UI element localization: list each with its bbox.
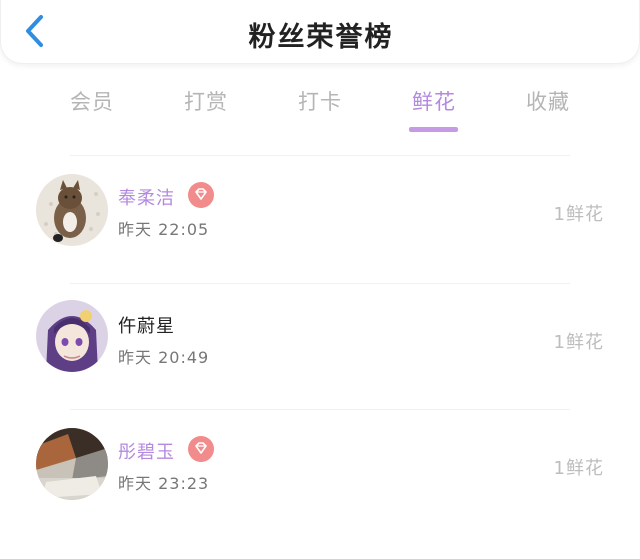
flower-count: 1鲜花: [553, 332, 604, 353]
user-name[interactable]: 彤碧玉: [118, 438, 175, 464]
anime-girl-avatar-icon: [36, 300, 108, 372]
tab-favorites[interactable]: 收藏: [508, 86, 588, 116]
divider: [70, 409, 570, 410]
flower-count: 1鲜花: [553, 458, 604, 479]
vip-diamond-badge-icon: [188, 182, 214, 208]
tab-reward[interactable]: 打赏: [166, 86, 246, 116]
vip-diamond-badge-icon: [188, 436, 214, 462]
timestamp: 昨天 23:23: [118, 474, 210, 493]
page-title: 粉丝荣誉榜: [248, 22, 394, 53]
tab-member[interactable]: 会员: [52, 86, 132, 116]
divider: [70, 155, 570, 156]
top-bar: 粉丝荣誉榜: [0, 0, 640, 64]
list-item[interactable]: 仵蔚星 昨天 20:49 1鲜花: [0, 286, 640, 396]
active-tab-indicator: [409, 127, 458, 132]
user-name[interactable]: 奉柔洁: [118, 184, 175, 210]
room-photo-avatar-icon: [36, 428, 108, 500]
flower-count: 1鲜花: [553, 204, 604, 225]
timestamp: 昨天 20:49: [118, 348, 210, 367]
tab-checkin[interactable]: 打卡: [280, 86, 360, 116]
timestamp: 昨天 22:05: [118, 220, 210, 239]
tab-bar: 会员 打赏 打卡 鲜花 收藏: [0, 86, 640, 136]
list-item[interactable]: 彤碧玉 昨天 23:23 1鲜花: [0, 412, 640, 522]
divider: [70, 283, 570, 284]
cat-avatar-icon: [36, 174, 108, 246]
list-item[interactable]: 奉柔洁 昨天 22:05 1鲜花: [0, 160, 640, 270]
tab-flowers[interactable]: 鲜花: [394, 86, 474, 116]
user-name[interactable]: 仵蔚星: [118, 312, 175, 338]
